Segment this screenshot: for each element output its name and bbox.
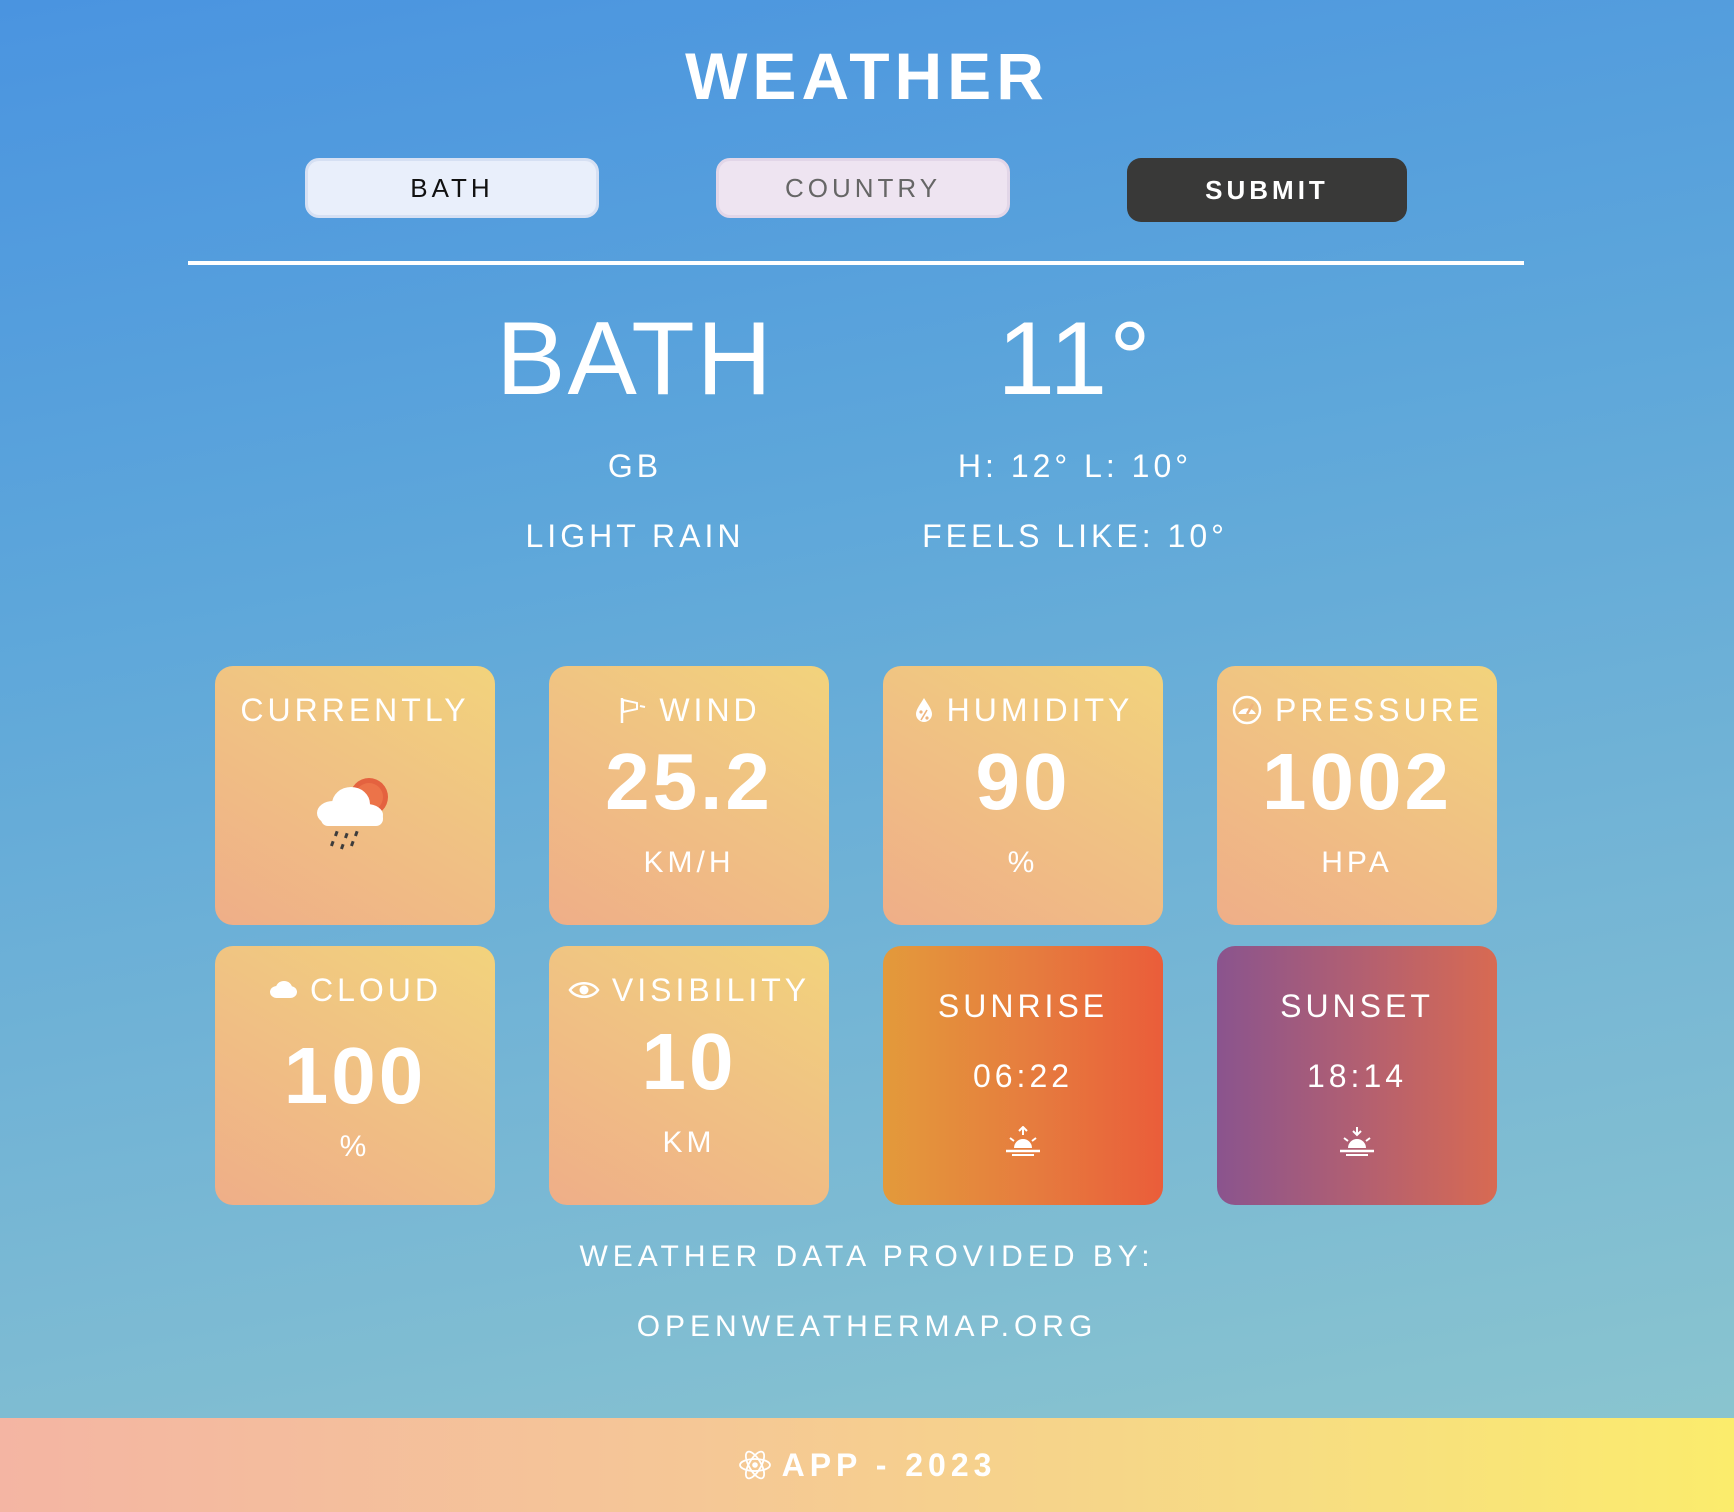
weather-description: LIGHT RAIN (525, 518, 745, 554)
light-rain-sun-icon (311, 771, 401, 861)
submit-button[interactable]: SUBMIT (1127, 158, 1407, 222)
humidity-card: HUMIDITY 90 % (883, 666, 1163, 925)
divider (188, 261, 1524, 265)
sunset-label: SUNSET (1280, 988, 1434, 1024)
cloud-label: CLOUD (309, 971, 442, 1008)
app-title: WEATHER (685, 39, 1049, 113)
wind-unit: KM/H (643, 846, 735, 879)
react-atom-icon (738, 1448, 772, 1482)
credits-link[interactable]: OPENWEATHERMAP.ORG (0, 1310, 1734, 1344)
gauge-icon (1231, 694, 1263, 726)
cloud-unit: % (339, 1130, 371, 1163)
city-input[interactable]: BATH (305, 158, 599, 218)
visibility-value: 10 (641, 1017, 737, 1106)
sunset-card: SUNSET 18:14 (1217, 946, 1497, 1205)
high-low-temperature: H: 12° L: 10° (957, 448, 1193, 484)
sunrise-label: SUNRISE (937, 988, 1109, 1024)
credits-line: WEATHER DATA PROVIDED BY: (579, 1240, 1155, 1273)
current-temperature: 11° (997, 301, 1153, 417)
sunset-icon (1338, 1126, 1376, 1161)
visibility-label: VISIBILITY (611, 971, 811, 1008)
currently-label: CURRENTLY (240, 691, 470, 728)
wind-label: WIND (659, 691, 761, 728)
footer-text: APP - 2023 (781, 1446, 997, 1483)
footer: APP - 2023 (0, 1418, 1734, 1512)
sunset-time: 18:14 (1306, 1058, 1408, 1094)
cloud-value: 100 (283, 1031, 427, 1120)
humidity-label: HUMIDITY (946, 691, 1134, 728)
pressure-unit: HPA (1321, 846, 1393, 879)
droplet-percent-icon (913, 696, 935, 724)
sunrise-card: SUNRISE 06:22 (883, 946, 1163, 1205)
pressure-value: 1002 (1262, 737, 1452, 826)
pressure-card: PRESSURE 1002 HPA (1217, 666, 1497, 925)
pressure-label: PRESSURE (1274, 691, 1484, 728)
cloud-icon (268, 979, 298, 1001)
sunrise-icon (1004, 1125, 1042, 1161)
humidity-value: 90 (975, 737, 1071, 826)
wind-value: 25.2 (605, 737, 773, 826)
visibility-unit: KM (662, 1126, 716, 1159)
country-input[interactable]: COUNTRY (716, 158, 1010, 218)
currently-card: CURRENTLY (215, 666, 495, 925)
eye-icon (568, 979, 600, 1001)
feels-like: FEELS LIKE: 10° (922, 518, 1228, 554)
country-code: GB (607, 448, 663, 484)
cloud-card: CLOUD 100 % (215, 946, 495, 1205)
city-name: BATH (496, 301, 774, 417)
humidity-unit: % (1007, 846, 1039, 879)
windsock-icon (617, 695, 647, 725)
visibility-card: VISIBILITY 10 KM (549, 946, 829, 1205)
wind-card: WIND 25.2 KM/H (549, 666, 829, 925)
sunrise-time: 06:22 (972, 1058, 1074, 1094)
